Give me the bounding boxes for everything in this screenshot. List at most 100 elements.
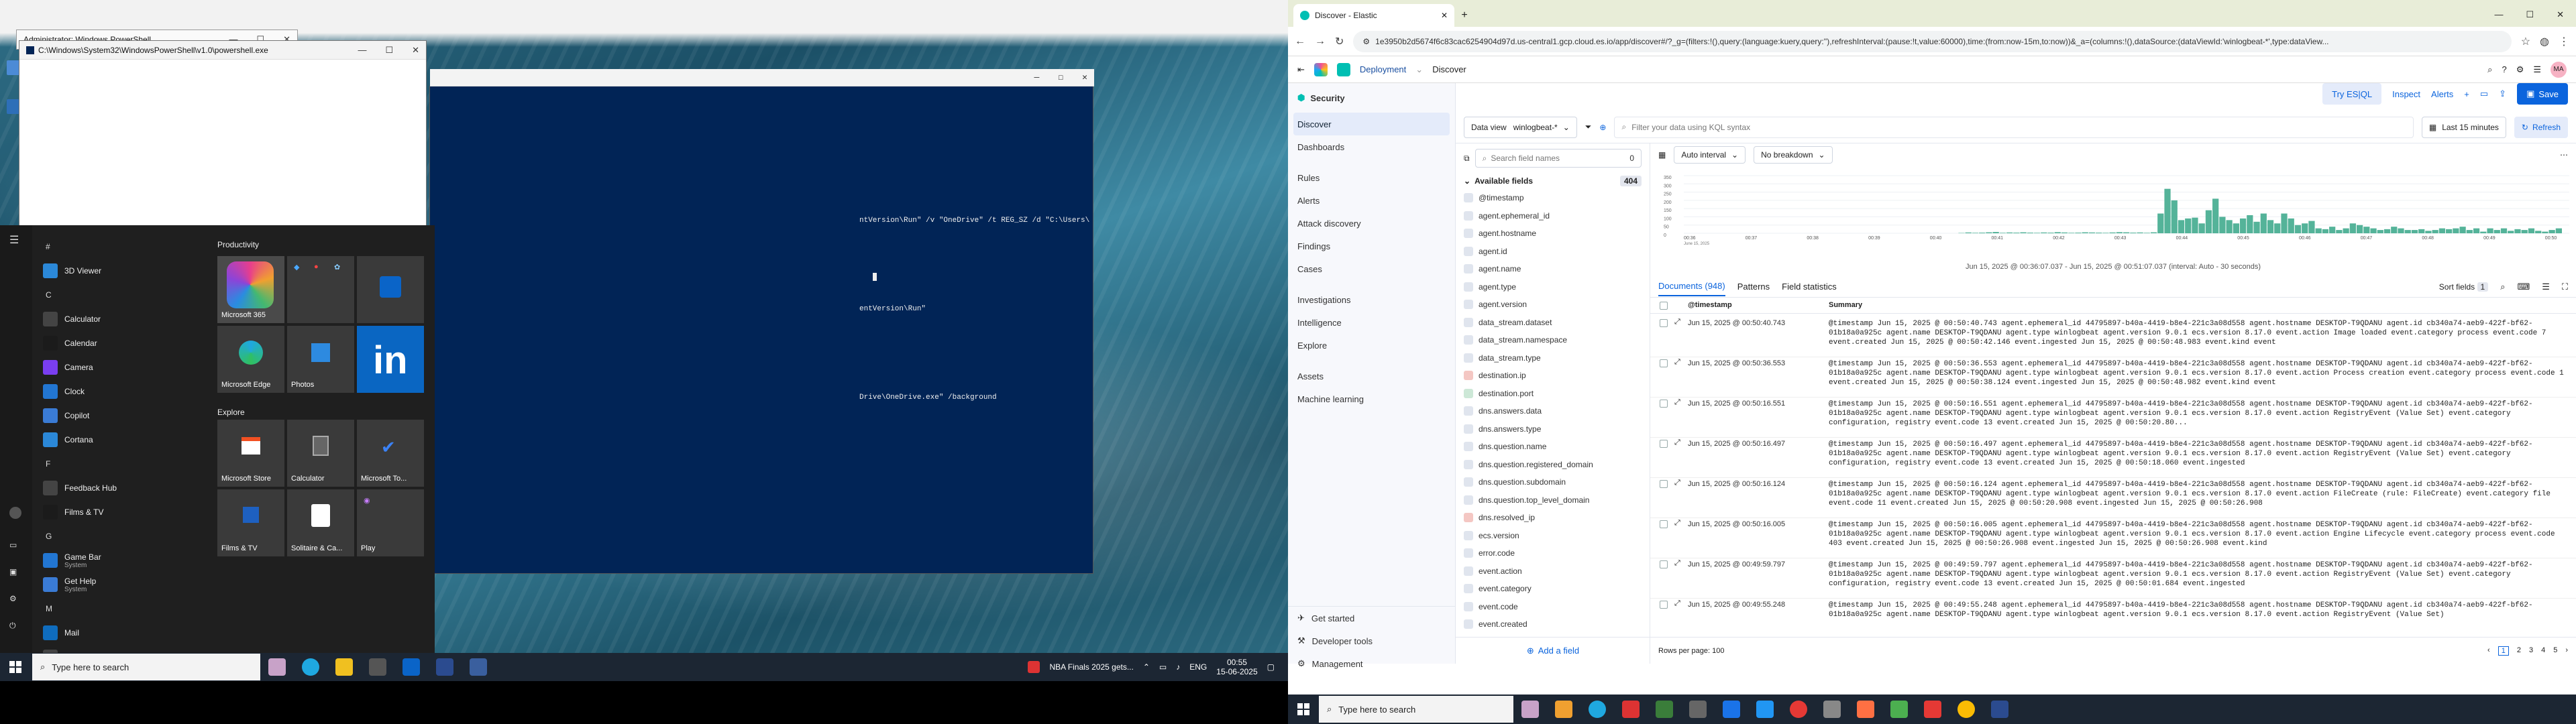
maximize-icon[interactable]: ☐ <box>1058 72 1063 82</box>
row-checkbox[interactable] <box>1660 440 1668 448</box>
histogram-bar[interactable] <box>2453 228 2459 233</box>
expand-row-icon[interactable]: ⤢ <box>1674 318 1680 326</box>
expand-row-icon[interactable]: ⤢ <box>1674 599 1680 608</box>
histogram-bar[interactable] <box>2178 220 2185 233</box>
app-icon[interactable] <box>1689 701 1707 718</box>
histogram-bar[interactable] <box>2363 227 2370 233</box>
site-info-icon[interactable]: ⚙ <box>1362 37 1370 46</box>
app-icon[interactable] <box>1555 701 1572 718</box>
filter-icon[interactable]: ⏷ <box>1585 122 1592 132</box>
histogram-bar[interactable] <box>2157 213 2164 233</box>
reload-icon[interactable]: ↻ <box>1335 35 1344 48</box>
next-page-icon[interactable]: › <box>2565 646 2568 656</box>
histogram-bar[interactable] <box>2514 229 2521 233</box>
browser-tab[interactable]: Discover - Elastic ✕ <box>1293 4 1454 27</box>
histogram-bar[interactable] <box>2247 215 2253 233</box>
chevron-down-icon[interactable]: ⌄ <box>1464 176 1470 186</box>
task-view-icon[interactable] <box>268 658 286 676</box>
new-tab-icon[interactable]: + <box>1454 4 1474 27</box>
histogram-bar[interactable] <box>2487 228 2493 233</box>
histogram-bar[interactable] <box>2281 213 2288 233</box>
histogram-bar[interactable] <box>2521 230 2528 233</box>
field-item[interactable]: dns.answers.data <box>1456 402 1650 420</box>
histogram-bar[interactable] <box>2528 228 2535 233</box>
tile-films-tv[interactable]: Films & TV <box>217 489 284 556</box>
histogram-bar[interactable] <box>2315 228 2322 233</box>
close-icon[interactable]: ✕ <box>412 45 419 56</box>
document-icon[interactable]: ▭ <box>9 540 17 550</box>
histogram-bar[interactable] <box>2446 229 2453 233</box>
expand-row-icon[interactable]: ⤢ <box>1674 358 1680 367</box>
outlook-icon[interactable] <box>402 658 420 676</box>
sidenav-item[interactable]: Cases <box>1288 257 1455 280</box>
histogram-bar[interactable] <box>2192 217 2198 233</box>
histogram-bar[interactable] <box>2418 229 2425 233</box>
tile-solitaire[interactable]: Solitaire & Ca... <box>287 489 354 556</box>
hamburger-icon[interactable]: ☰ <box>9 233 19 247</box>
calendar-icon[interactable]: ▦ <box>1658 150 1666 160</box>
sidenav-item[interactable]: Rules <box>1288 166 1455 189</box>
row-checkbox[interactable] <box>1660 480 1668 488</box>
field-item[interactable]: destination.port <box>1456 385 1650 403</box>
powershell-icon[interactable] <box>470 658 487 676</box>
row-checkbox[interactable] <box>1660 359 1668 367</box>
avatar[interactable]: MA <box>2551 61 2567 78</box>
tile-outlook[interactable] <box>357 256 424 323</box>
kql-query-input[interactable]: ⌕ Filter your data using KQL syntax <box>1614 116 2414 138</box>
alerts-link[interactable]: Alerts <box>2431 89 2453 99</box>
histogram-bar[interactable] <box>2404 230 2411 233</box>
histogram-bar[interactable] <box>2233 223 2239 233</box>
histogram-bar[interactable] <box>1992 232 1999 233</box>
histogram-bar[interactable] <box>2205 210 2212 233</box>
histogram-bar[interactable] <box>2185 218 2192 233</box>
app-list-letter[interactable]: # <box>34 235 208 259</box>
save-button[interactable]: ▣ Save <box>2517 83 2568 105</box>
field-item[interactable]: agent.ephemeral_id <box>1456 207 1650 225</box>
histogram-bar[interactable] <box>2302 223 2308 233</box>
notification-icon[interactable]: ▢ <box>1267 662 1275 672</box>
field-item[interactable]: data_stream.type <box>1456 349 1650 367</box>
app-list-item[interactable]: 3D Viewer <box>34 259 208 283</box>
sidenav-item[interactable]: Attack discovery <box>1288 212 1455 235</box>
settings-icon[interactable]: ⚙ <box>2516 64 2524 75</box>
display-options-icon[interactable]: ☰ <box>2542 282 2550 292</box>
field-filter-count[interactable]: 0 <box>1629 154 1634 163</box>
table-row[interactable]: ⤢ Jun 15, 2025 @ 00:50:16.124 @timestamp J… <box>1650 475 2576 518</box>
expand-row-icon[interactable]: ⤢ <box>1674 479 1680 487</box>
field-item[interactable]: event.category <box>1456 580 1650 598</box>
minimize-icon[interactable]: — <box>1034 72 1040 82</box>
minimize-icon[interactable]: — <box>358 45 366 56</box>
table-row[interactable]: ⤢ Jun 15, 2025 @ 00:50:16.497 @timestamp J… <box>1650 434 2576 478</box>
app-icon[interactable] <box>1790 701 1807 718</box>
histogram-bar[interactable] <box>2432 230 2438 233</box>
tile-photos[interactable]: Photos <box>287 326 354 393</box>
field-item[interactable]: agent.name <box>1456 260 1650 278</box>
app-list-item[interactable]: Camera <box>34 355 208 379</box>
histogram-bar[interactable] <box>2383 229 2391 233</box>
collapse-panel-icon[interactable]: ⧉ <box>1464 154 1470 164</box>
app-list-item[interactable]: Feedback Hub <box>34 476 208 500</box>
field-item[interactable]: dns.resolved_ip <box>1456 509 1650 527</box>
histogram-bar[interactable] <box>2294 225 2302 233</box>
sidenav-item[interactable]: Findings <box>1288 235 1455 257</box>
close-icon[interactable]: ✕ <box>2557 9 2564 20</box>
tile-small-group[interactable]: ◆ ● ✿ <box>287 256 354 323</box>
sidenav-item[interactable]: Assets <box>1288 365 1455 387</box>
help-icon[interactable]: ? <box>2502 64 2506 74</box>
breakdown-select[interactable]: No breakdown ⌄ <box>1754 146 1833 164</box>
histogram-bar[interactable] <box>2253 221 2260 233</box>
row-checkbox[interactable] <box>1660 520 1668 528</box>
field-item[interactable]: error.code <box>1456 544 1650 562</box>
maximize-icon[interactable]: ☐ <box>2526 9 2534 20</box>
bookmark-star-icon[interactable]: ☆ <box>2521 35 2530 48</box>
histogram-bar[interactable] <box>2377 230 2383 233</box>
app-list-item[interactable]: Clock <box>34 379 208 404</box>
histogram-bar[interactable] <box>2493 230 2500 233</box>
forward-icon[interactable]: → <box>1315 36 1326 48</box>
histogram-bar[interactable] <box>2308 221 2315 233</box>
tab-patterns[interactable]: Patterns <box>1737 282 1770 292</box>
histogram-bar[interactable] <box>2548 230 2555 233</box>
taskbar-search[interactable]: ⌕ Type here to search <box>32 654 260 680</box>
field-item[interactable]: dns.question.registered_domain <box>1456 456 1650 474</box>
edge-icon[interactable] <box>302 658 319 676</box>
